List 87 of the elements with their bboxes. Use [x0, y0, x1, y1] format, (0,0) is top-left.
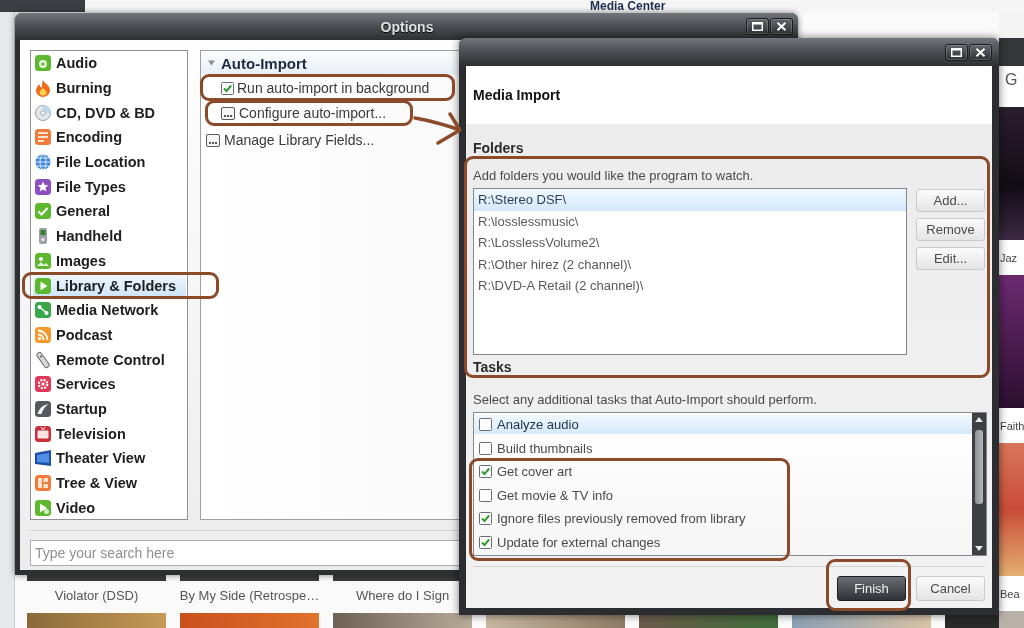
speaker-tile-icon: [34, 54, 52, 73]
checkbox[interactable]: [221, 81, 234, 95]
sidebar-item[interactable]: CD, DVD & BD: [33, 102, 186, 124]
star-tile-icon: [34, 177, 52, 196]
gear-tile-icon: [34, 375, 52, 394]
task-item[interactable]: Build thumbnails: [474, 438, 597, 458]
list-action-button[interactable]: Remove: [916, 218, 985, 241]
folder-item[interactable]: R:\losslessmusic\: [474, 210, 906, 232]
list-action-button[interactable]: Add...: [916, 189, 985, 212]
sidebar-item[interactable]: Library & Folders: [33, 275, 186, 297]
list-action-button[interactable]: Edit...: [916, 247, 985, 270]
flame-icon: [34, 79, 52, 98]
checkbox-option[interactable]: Run auto-import in background: [221, 78, 430, 98]
disc-icon: [34, 103, 52, 122]
action-link[interactable]: Configure auto-import...: [221, 103, 387, 123]
globe-icon: [34, 153, 52, 172]
screen-icon: [34, 449, 52, 468]
folder-item[interactable]: R:\DVD-A Retail (2 channel)\: [474, 275, 906, 297]
instruction-text: Add folders you would like the program to watch.: [473, 168, 754, 184]
sidebar-item[interactable]: General: [33, 200, 186, 222]
sidebar-item[interactable]: Services: [33, 373, 186, 395]
sidebar-item[interactable]: Podcast: [33, 324, 186, 346]
picture-tile-icon: [34, 251, 52, 270]
swoosh-tile-icon: [34, 399, 52, 418]
album-title[interactable]: Violator (DSD): [54, 588, 139, 604]
close-button[interactable]: [770, 18, 793, 35]
sidebar-item[interactable]: Encoding: [33, 126, 186, 148]
sidebar-item[interactable]: Media Network: [33, 299, 186, 321]
task-item[interactable]: Get movie & TV info: [474, 485, 618, 505]
section-heading: G: [1005, 71, 1018, 88]
ellipsis-button-icon: [221, 106, 235, 120]
album-title[interactable]: Where do I Sign: [355, 588, 450, 604]
checkbox[interactable]: [479, 535, 492, 549]
sidebar-item[interactable]: File Location: [33, 151, 186, 173]
album-title[interactable]: By My Side (Retrospe…: [179, 588, 320, 604]
section-heading: Folders: [473, 140, 524, 156]
scrollbar[interactable]: [972, 413, 986, 555]
check-tile-icon: [34, 202, 52, 221]
tv-icon: [34, 424, 52, 443]
sidebar-item[interactable]: Television: [33, 423, 186, 445]
sidebar-item[interactable]: Startup: [33, 398, 186, 420]
checkbox[interactable]: [479, 465, 492, 479]
ellipsis-button-icon: [206, 133, 220, 147]
maximize-button[interactable]: [746, 18, 769, 35]
sidebar-item[interactable]: Theater View: [33, 447, 186, 469]
down-arrow-icon[interactable]: [975, 546, 983, 551]
maximize-icon: [951, 47, 962, 57]
checkbox[interactable]: [479, 418, 492, 432]
task-item[interactable]: Ignore files previously removed from library: [474, 509, 750, 529]
sidebar-item[interactable]: Tree & View: [33, 472, 186, 494]
sidebar-item[interactable]: Remote Control: [33, 349, 186, 371]
window-title: Options: [379, 18, 435, 35]
folder-item[interactable]: R:\LosslessVolume2\: [474, 232, 906, 254]
sidebar-item[interactable]: Video: [33, 497, 186, 519]
folder-item[interactable]: R:\Stereo DSF\: [474, 189, 906, 211]
task-item[interactable]: Get cover art: [474, 462, 577, 482]
task-item[interactable]: Analyze audio: [474, 415, 972, 435]
striped-tile-icon: [34, 128, 52, 147]
close-icon: [975, 47, 986, 57]
section-heading: Tasks: [473, 359, 512, 375]
rss-icon: [34, 325, 52, 344]
sidebar-item[interactable]: Audio: [33, 52, 186, 74]
checkbox[interactable]: [479, 441, 492, 455]
checkbox[interactable]: [479, 512, 492, 526]
sidebar-item[interactable]: Burning: [33, 77, 186, 99]
sidebar-item[interactable]: Handheld: [33, 225, 186, 247]
folder-item[interactable]: R:\Other hirez (2 channel)\: [474, 253, 906, 275]
play-tile-icon: [34, 276, 52, 295]
up-arrow-icon[interactable]: [975, 417, 983, 422]
instruction-text: Select any additional tasks that Auto-Import should perform.: [473, 392, 817, 408]
close-button[interactable]: [969, 43, 992, 61]
video-tile-icon: [34, 498, 52, 517]
sidebar-item[interactable]: File Types: [33, 176, 186, 198]
scrollbar-thumb[interactable]: [975, 430, 983, 504]
app-toolbar: [999, 38, 1024, 66]
dialog-title: Media Import: [473, 87, 561, 103]
panes-tile-icon: [34, 474, 52, 493]
secondary-button[interactable]: Cancel: [916, 576, 985, 601]
close-icon: [776, 22, 787, 31]
primary-button[interactable]: Finish: [837, 576, 906, 601]
network-tile-icon: [34, 301, 52, 320]
app-title: Media Center: [590, 0, 666, 12]
action-link[interactable]: Manage Library Fields...: [206, 130, 375, 150]
maximize-icon: [752, 22, 763, 31]
sidebar-item[interactable]: Images: [33, 250, 186, 272]
checkbox[interactable]: [479, 488, 492, 502]
maximize-button[interactable]: [945, 43, 968, 61]
